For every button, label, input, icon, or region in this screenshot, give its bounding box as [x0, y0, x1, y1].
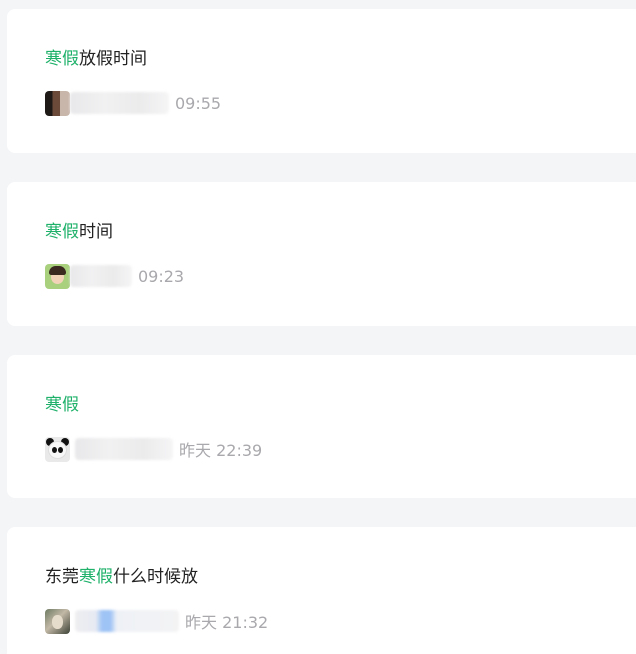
avatar-hair-icon — [49, 265, 66, 275]
result-card[interactable]: 寒假时间 09:23 — [7, 182, 636, 326]
author-name-blurred[interactable] — [70, 92, 169, 114]
panda-eye-icon — [58, 446, 63, 453]
avatar[interactable] — [45, 90, 70, 116]
result-card[interactable]: 寒假放假时间 09:55 — [7, 9, 636, 153]
title-keyword-highlight: 寒假 — [45, 49, 79, 69]
search-results-list: 寒假放假时间 09:55 寒假时间 09:23 寒假 昨天 22:39 东莞寒假… — [0, 0, 636, 654]
result-meta: 09:23 — [45, 263, 184, 289]
author-name-blurred[interactable] — [75, 610, 179, 632]
title-suffix: 时间 — [79, 222, 113, 242]
author-name-blurred[interactable] — [70, 265, 132, 287]
post-time: 昨天 22:39 — [179, 441, 263, 460]
dog-icon — [52, 614, 63, 629]
title-keyword-highlight: 寒假 — [45, 395, 79, 415]
result-title[interactable]: 寒假时间 — [45, 222, 113, 242]
result-meta: 昨天 22:39 — [45, 436, 262, 462]
title-keyword-highlight: 寒假 — [79, 567, 113, 587]
panda-eye-icon — [52, 446, 57, 453]
title-suffix: 放假时间 — [79, 49, 147, 69]
result-meta: 昨天 21:32 — [45, 608, 268, 634]
title-keyword-highlight: 寒假 — [45, 222, 79, 242]
title-suffix: 什么时候放 — [113, 567, 198, 587]
post-time: 09:55 — [175, 93, 222, 113]
result-card[interactable]: 寒假 昨天 22:39 — [7, 355, 636, 498]
result-card[interactable]: 东莞寒假什么时候放 昨天 21:32 — [7, 527, 636, 654]
result-title[interactable]: 东莞寒假什么时候放 — [45, 567, 198, 587]
result-title[interactable]: 寒假 — [45, 395, 79, 415]
result-meta: 09:55 — [45, 90, 221, 116]
post-time: 昨天 21:32 — [185, 613, 269, 632]
avatar[interactable] — [45, 608, 70, 634]
avatar[interactable] — [45, 436, 70, 462]
title-prefix: 东莞 — [45, 567, 79, 587]
post-time: 09:23 — [138, 266, 185, 286]
author-name-blurred[interactable] — [75, 438, 173, 460]
result-title[interactable]: 寒假放假时间 — [45, 49, 147, 69]
avatar[interactable] — [45, 263, 70, 289]
